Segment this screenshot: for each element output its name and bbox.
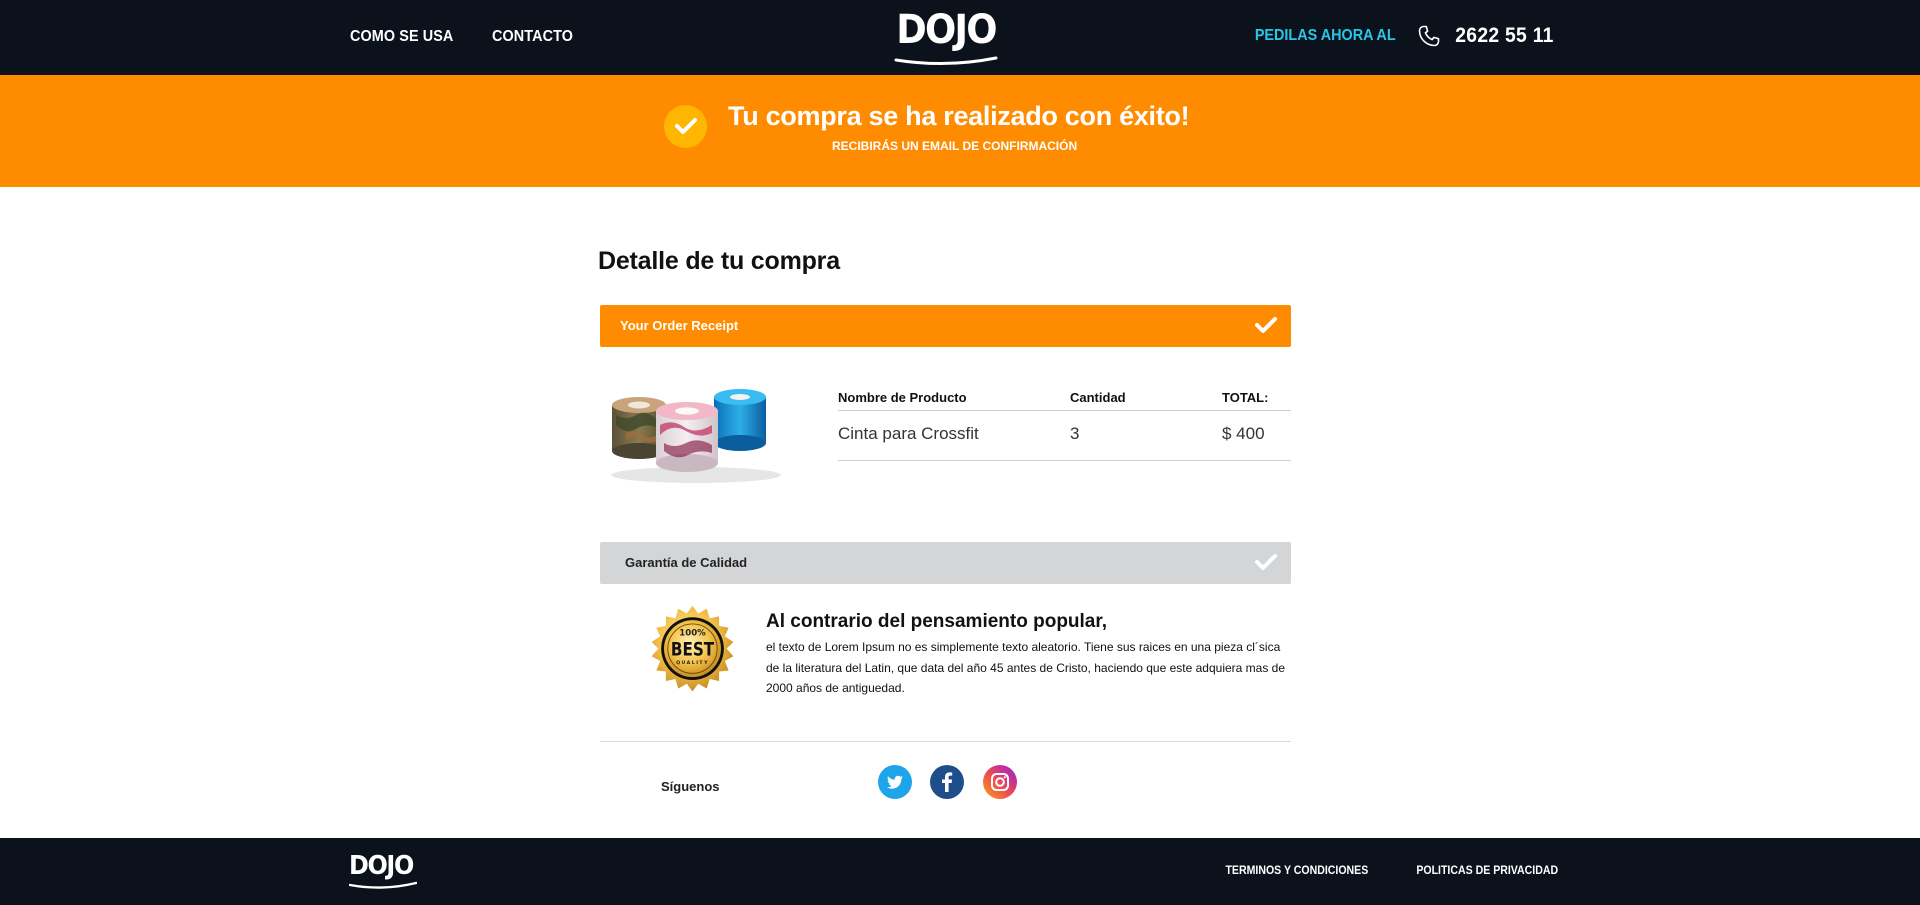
svg-text:QUALITY: QUALITY	[676, 660, 709, 666]
cell-product: Cinta para Crossfit	[838, 424, 979, 443]
svg-text:100%: 100%	[679, 628, 706, 638]
quality-guarantee-label: Garantía de Calidad	[625, 555, 748, 570]
main-nav: COMO SE USA CONTACTO	[350, 28, 582, 46]
cell-total: $ 400	[1222, 424, 1265, 443]
check-circle-icon	[664, 105, 707, 148]
best-quality-seal-icon: 100% BEST QUALITY	[651, 605, 734, 692]
product-image	[611, 389, 781, 483]
check-icon	[1255, 554, 1277, 570]
order-receipt-bar[interactable]: Your Order Receipt	[600, 305, 1291, 347]
logo-swoosh-icon	[894, 56, 998, 66]
facebook-icon[interactable]	[930, 765, 964, 799]
table-header: Nombre de Producto Cantidad TOTAL:	[838, 387, 1291, 411]
logo-swoosh-icon	[349, 881, 417, 889]
table-row: Cinta para Crossfit 3 $ 400	[838, 411, 1291, 461]
follow-us-label: Síguenos	[661, 779, 720, 794]
instagram-icon[interactable]	[983, 765, 1017, 799]
quality-title: Al contrario del pensamiento popular,	[766, 611, 1107, 632]
phone-number[interactable]: 2622 55 11	[1455, 24, 1553, 48]
footer	[0, 838, 1920, 905]
footer-link-terms[interactable]: TERMINOS Y CONDICIONES	[1225, 863, 1368, 877]
footer-link-privacy[interactable]: POLITICAS DE PRIVACIDAD	[1416, 863, 1558, 877]
col-header-product: Nombre de Producto	[838, 390, 967, 405]
phone-cta: PEDILAS AHORA AL	[1254, 27, 1396, 44]
nav-como-se-usa[interactable]: COMO SE USA	[350, 28, 453, 46]
quality-guarantee-bar[interactable]: Garantía de Calidad	[600, 542, 1291, 584]
nav-contacto[interactable]: CONTACTO	[492, 28, 573, 46]
logo-text: DOJO	[896, 7, 997, 53]
twitter-icon[interactable]	[878, 765, 912, 799]
dojo-logo[interactable]: DOJO	[892, 10, 998, 66]
divider	[600, 741, 1291, 742]
svg-text:BEST: BEST	[671, 639, 714, 661]
success-subtitle: RECIBIRÁS UN EMAIL DE CONFIRMACIÓN	[832, 139, 1078, 153]
success-title: Tu compra se ha realizado con éxito!	[728, 101, 1190, 131]
cell-quantity: 3	[1070, 424, 1080, 443]
phone-contact: PEDILAS AHORA AL 2622 55 11	[1247, 24, 1558, 48]
col-header-quantity: Cantidad	[1070, 390, 1126, 405]
phone-icon	[1418, 25, 1440, 47]
order-receipt-label: Your Order Receipt	[620, 318, 739, 333]
footer-logo-text: DOJO	[349, 851, 414, 881]
order-table: Nombre de Producto Cantidad TOTAL: Cinta…	[838, 387, 1291, 461]
col-header-total: TOTAL:	[1222, 390, 1269, 405]
check-icon	[1255, 317, 1277, 333]
quality-description: el texto de Lorem Ipsum no es simplement…	[766, 640, 1286, 695]
footer-logo[interactable]: DOJO	[349, 853, 419, 889]
footer-links: TERMINOS Y CONDICIONES POLITICAS DE PRIV…	[1206, 863, 1558, 877]
page-title: Detalle de tu compra	[598, 247, 840, 275]
